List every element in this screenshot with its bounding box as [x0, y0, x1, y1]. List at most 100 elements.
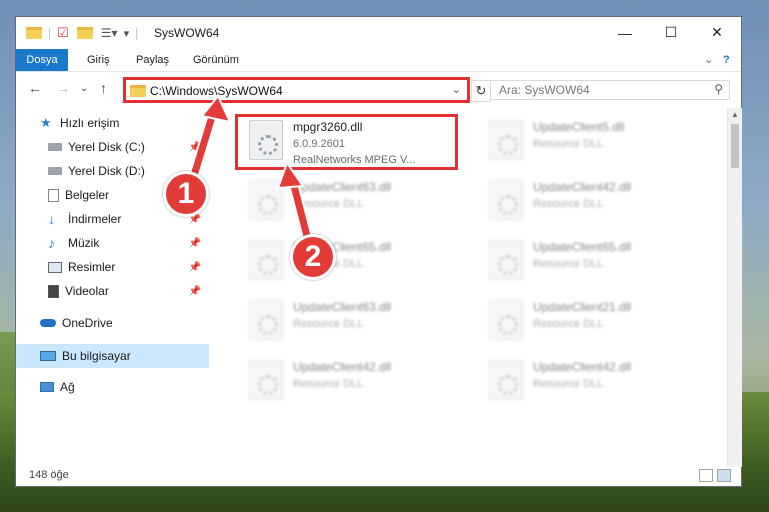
sidebar-item-label: Videolar	[65, 284, 109, 298]
sidebar-item-this-pc[interactable]: Bu bilgisayar	[16, 344, 209, 368]
sidebar-item-music[interactable]: ♪ Müzik 📌	[48, 232, 209, 254]
list-item[interactable]: UpdateClient65.dll Resource DLL	[235, 234, 465, 290]
refresh-button[interactable]: ↻	[471, 80, 491, 102]
dll-file-icon	[489, 240, 523, 280]
file-description: Resource DLL	[533, 258, 604, 270]
quick-access-toolbar: | ☑ ☰▾ ▾ |	[26, 24, 138, 42]
dll-file-icon	[489, 360, 523, 400]
navigation-pane: ★ Hızlı erişim Yerel Disk (C:) 📌 Yerel D…	[16, 112, 209, 467]
file-name: UpdateClient65.dll	[533, 240, 632, 254]
sidebar-item-label: İndirmeler	[68, 212, 122, 226]
file-name: UpdateClient21.dll	[533, 300, 632, 314]
chevron-down-icon[interactable]: ⌄	[452, 83, 461, 96]
sidebar-item-label: Müzik	[68, 236, 100, 250]
explorer-window: | ☑ ☰▾ ▾ | SysWOW64 — ☐ ✕ Dosya Giriş Pa…	[15, 16, 742, 487]
list-item[interactable]: UpdateClient65.dll Resource DLL	[475, 234, 705, 290]
close-button[interactable]: ✕	[694, 17, 740, 48]
item-count: 148 öğe	[29, 469, 69, 481]
scrollbar-thumb[interactable]	[731, 124, 739, 168]
search-icon: ⚲	[714, 82, 723, 96]
list-item[interactable]: UpdateClient21.dll Resource DLL	[475, 294, 705, 350]
ribbon-expand-icon[interactable]: ⌄	[704, 49, 713, 71]
file-name: UpdateClient5.dll	[533, 120, 625, 134]
minimize-button[interactable]: —	[602, 17, 648, 48]
sidebar-item-pictures[interactable]: Resimler 📌	[48, 256, 209, 278]
tab-home[interactable]: Giriş	[87, 49, 110, 71]
vertical-scrollbar[interactable]: ▲	[727, 108, 742, 467]
video-icon	[48, 284, 59, 298]
maximize-button[interactable]: ☐	[648, 17, 694, 48]
folder-icon	[130, 85, 146, 97]
list-item[interactable]: UpdateClient5.dll Resource DLL	[475, 114, 705, 170]
file-description: Resource DLL	[533, 138, 604, 150]
sidebar-item-label: Yerel Disk (C:)	[68, 140, 145, 154]
file-description: Resource DLL	[533, 318, 604, 330]
dll-file-icon	[249, 360, 283, 400]
file-name: UpdateClient63.dll	[293, 300, 392, 314]
forward-arrow-icon[interactable]: →	[56, 80, 70, 96]
tiles-view-icon[interactable]	[717, 469, 731, 482]
sidebar-item-network[interactable]: Ağ	[40, 376, 75, 398]
list-item[interactable]: UpdateClient42.dll Resource DLL	[475, 354, 705, 410]
sidebar-item-videos[interactable]: Videolar 📌	[48, 280, 209, 302]
download-icon: ↓	[48, 211, 55, 227]
document-icon	[48, 188, 59, 202]
folder-icon	[26, 27, 42, 39]
file-highlight-box	[235, 114, 458, 170]
properties-icon[interactable]: ☑	[57, 25, 69, 41]
status-bar: 148 öğe	[16, 466, 741, 486]
list-item[interactable]: UpdateClient63.dll Resource DLL	[235, 294, 465, 350]
pin-icon: 📌	[188, 237, 201, 249]
scroll-up-icon[interactable]: ▲	[731, 110, 739, 119]
ribbon-tabs: Dosya Giriş Paylaş Görünüm ⌄ ?	[16, 49, 741, 72]
list-item[interactable]: UpdateClient42.dll Resource DLL	[235, 354, 465, 410]
tab-view[interactable]: Görünüm	[193, 49, 239, 71]
file-name: UpdateClient63.dll	[293, 180, 392, 194]
separator: |	[135, 26, 139, 40]
drive-icon	[48, 167, 62, 175]
sidebar-item-label: OneDrive	[62, 316, 113, 330]
window-title: SysWOW64	[154, 26, 220, 40]
up-arrow-icon[interactable]: ↑	[100, 80, 107, 96]
file-description: Resource DLL	[533, 198, 604, 210]
cloud-icon	[40, 319, 56, 327]
recent-chevron-icon[interactable]: ⌄	[80, 83, 88, 94]
computer-icon	[40, 351, 56, 361]
new-folder-icon[interactable]	[76, 27, 93, 39]
search-input[interactable]: Ara: SysWOW64 ⚲	[490, 80, 730, 100]
separator: |	[48, 26, 52, 40]
pictures-icon	[48, 261, 62, 273]
sidebar-item-label: Belgeler	[65, 188, 110, 202]
file-description: Resource DLL	[293, 318, 364, 330]
tab-share[interactable]: Paylaş	[136, 49, 169, 71]
details-view-icon[interactable]	[699, 469, 713, 482]
dll-file-icon	[489, 300, 523, 340]
address-bar[interactable]: C:\Windows\SysWOW64 ⌄	[123, 77, 470, 103]
address-path: C:\Windows\SysWOW64	[150, 84, 283, 98]
sidebar-item-label: Hızlı erişim	[60, 116, 120, 130]
sidebar-item-drive-c[interactable]: Yerel Disk (C:) 📌	[48, 136, 209, 158]
music-icon: ♪	[48, 235, 55, 251]
tab-file[interactable]: Dosya	[16, 49, 68, 71]
sidebar-item-label: Bu bilgisayar	[62, 349, 131, 363]
step-marker-2: 2	[290, 234, 336, 280]
help-icon[interactable]: ?	[723, 49, 730, 71]
file-name: UpdateClient42.dll	[533, 180, 632, 194]
sidebar-item-onedrive[interactable]: OneDrive	[40, 312, 113, 334]
chevron-down-icon[interactable]: ▾	[124, 27, 130, 40]
file-description: Resource DLL	[293, 198, 364, 210]
dll-file-icon	[249, 240, 283, 280]
customize-icon[interactable]: ☰▾	[101, 26, 118, 40]
sidebar-item-label: Ağ	[60, 380, 75, 394]
dll-file-icon	[489, 180, 523, 220]
drive-icon	[48, 143, 62, 151]
list-item[interactable]: UpdateClient42.dll Resource DLL	[475, 174, 705, 230]
title-bar: | ☑ ☰▾ ▾ | SysWOW64 — ☐ ✕	[16, 17, 741, 49]
star-icon: ★	[40, 115, 52, 130]
sidebar-item-quick-access[interactable]: ★ Hızlı erişim	[40, 112, 119, 134]
list-item[interactable]: UpdateClient63.dll Resource DLL	[235, 174, 465, 230]
pin-icon: 📌	[188, 141, 201, 153]
network-icon	[40, 382, 54, 392]
dll-file-icon	[489, 120, 523, 160]
back-arrow-icon[interactable]: ←	[28, 80, 42, 96]
